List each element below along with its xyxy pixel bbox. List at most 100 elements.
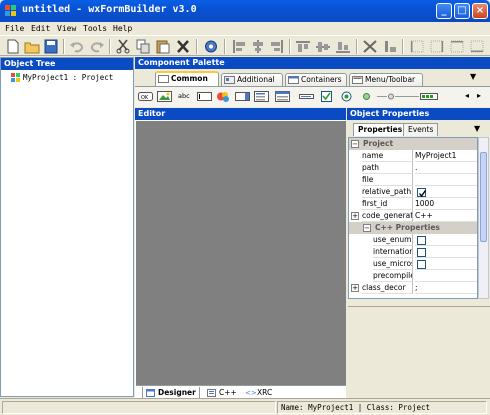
property-checkbox-cell[interactable] (415, 258, 477, 270)
property-checkbox[interactable] (417, 188, 427, 197)
scroll-thumb[interactable] (480, 152, 487, 242)
property-checkbox[interactable] (417, 260, 426, 269)
align-middle-icon[interactable] (315, 39, 331, 54)
gauge-icon[interactable] (420, 91, 438, 102)
property-row[interactable]: path. (349, 162, 477, 174)
text-ctrl-icon[interactable] (197, 91, 212, 102)
align-top-icon[interactable] (295, 39, 311, 54)
border-left-icon[interactable] (409, 39, 425, 54)
menu-view[interactable]: View (57, 24, 76, 33)
bitmap-button-icon[interactable] (157, 91, 172, 102)
new-icon[interactable] (5, 39, 21, 54)
tab-menu-toolbar[interactable]: Menu/Toolbar (349, 73, 423, 86)
scroll-left-icon[interactable]: ◂ (465, 91, 469, 100)
component-palette: Component Palette Common Additional Cont… (135, 57, 490, 107)
property-checkbox-cell[interactable] (415, 246, 477, 258)
property-row[interactable]: relative_path (349, 186, 477, 198)
property-value[interactable]: MyProject1 (415, 150, 477, 162)
menu-toolbar-tab-icon (352, 76, 363, 84)
close-button[interactable]: × (472, 3, 488, 19)
title-bar[interactable]: untitled - wxFormBuilder v3.0 _ □ × (0, 0, 490, 22)
align-left-icon[interactable] (231, 39, 247, 54)
menu-file[interactable]: File (5, 24, 24, 33)
choice-icon[interactable] (235, 91, 250, 102)
property-row[interactable]: precompiled (349, 270, 477, 282)
static-line-icon[interactable] (299, 91, 314, 102)
collapse-icon[interactable]: − (351, 140, 359, 148)
property-name: relative_path (362, 186, 413, 198)
property-row[interactable]: + class_decor; (349, 282, 477, 294)
undo-icon[interactable] (69, 39, 85, 54)
slider-icon[interactable] (377, 91, 423, 102)
stretch-icon[interactable] (382, 39, 398, 54)
save-icon[interactable] (43, 39, 59, 54)
property-grid-scrollbar[interactable] (478, 137, 489, 299)
property-checkbox[interactable] (417, 236, 426, 245)
object-tree-header: Object Tree (1, 58, 133, 70)
border-bottom-icon[interactable] (469, 39, 485, 54)
property-checkbox-cell[interactable] (415, 234, 477, 246)
tab-containers[interactable]: Containers (285, 73, 347, 86)
settings-icon[interactable] (203, 39, 219, 54)
expand-icon[interactable]: + (351, 284, 359, 292)
property-value[interactable]: 1000 (415, 198, 477, 210)
property-category-label: Project (363, 139, 394, 148)
static-text-icon[interactable]: abc (178, 91, 193, 102)
collapse-icon[interactable]: − (363, 224, 371, 232)
property-checkbox[interactable] (417, 248, 426, 257)
tab-additional[interactable]: Additional (221, 73, 283, 86)
designer-canvas[interactable] (136, 121, 346, 386)
copy-icon[interactable] (135, 39, 151, 54)
property-row[interactable]: + code_generati C++ (349, 210, 477, 222)
delete-icon[interactable] (175, 39, 191, 54)
component-palette-header: Component Palette (135, 57, 490, 69)
property-value[interactable]: C++ (415, 210, 477, 222)
minimize-button[interactable]: _ (436, 3, 452, 19)
list-box-icon[interactable] (254, 91, 269, 102)
menu-tools[interactable]: Tools (83, 24, 107, 33)
scroll-right-icon[interactable]: ▸ (477, 91, 481, 100)
paste-icon[interactable] (155, 39, 171, 54)
tab-properties[interactable]: Properties (353, 123, 408, 136)
property-row[interactable]: first_id 1000 (349, 198, 477, 210)
expand-icon[interactable] (362, 39, 378, 54)
tabs-dropdown-icon[interactable]: ▼ (470, 72, 476, 81)
maximize-button[interactable]: □ (454, 3, 470, 19)
property-category-row[interactable]: − Project (349, 138, 477, 150)
property-row[interactable]: use_microso (349, 258, 477, 270)
combo-box-icon[interactable] (216, 91, 231, 102)
align-right-icon[interactable] (269, 39, 285, 54)
border-top-icon[interactable] (449, 39, 465, 54)
property-row[interactable]: name MyProject1 (349, 150, 477, 162)
cut-icon[interactable] (115, 39, 131, 54)
align-center-icon[interactable] (250, 39, 266, 54)
list-ctrl-icon[interactable] (275, 91, 290, 102)
property-row[interactable]: use_enum (349, 234, 477, 246)
spin-icon[interactable] (361, 91, 372, 102)
property-row[interactable]: file (349, 174, 477, 186)
expand-icon[interactable]: + (351, 212, 359, 220)
property-value[interactable] (415, 174, 477, 186)
menu-edit[interactable]: Edit (31, 24, 50, 33)
property-checkbox-cell[interactable] (415, 186, 477, 198)
tab-events[interactable]: Events (403, 123, 439, 136)
open-icon[interactable] (24, 39, 40, 54)
property-value[interactable]: ; (415, 282, 477, 294)
menu-help[interactable]: Help (113, 24, 132, 33)
editor-panel: Editor Designer C++ <> XRC (135, 108, 346, 399)
editor-header: Editor (135, 108, 346, 120)
radio-button-icon[interactable] (341, 91, 352, 102)
checkbox-icon[interactable] (321, 91, 332, 102)
button-icon[interactable]: OK (138, 91, 153, 102)
property-value[interactable] (415, 270, 477, 282)
property-row[interactable]: internationa (349, 246, 477, 258)
redo-icon[interactable] (89, 39, 105, 54)
border-right-icon[interactable] (429, 39, 445, 54)
property-value[interactable]: . (415, 162, 477, 174)
tab-common[interactable]: Common (155, 71, 219, 86)
props-dropdown-icon[interactable]: ▼ (474, 124, 480, 133)
tree-root-item[interactable]: MyProject1 : Project (23, 73, 113, 82)
property-category-row[interactable]: − C++ Properties (349, 222, 477, 234)
align-bottom-icon[interactable] (335, 39, 351, 54)
property-category-label: C++ Properties (375, 223, 440, 232)
